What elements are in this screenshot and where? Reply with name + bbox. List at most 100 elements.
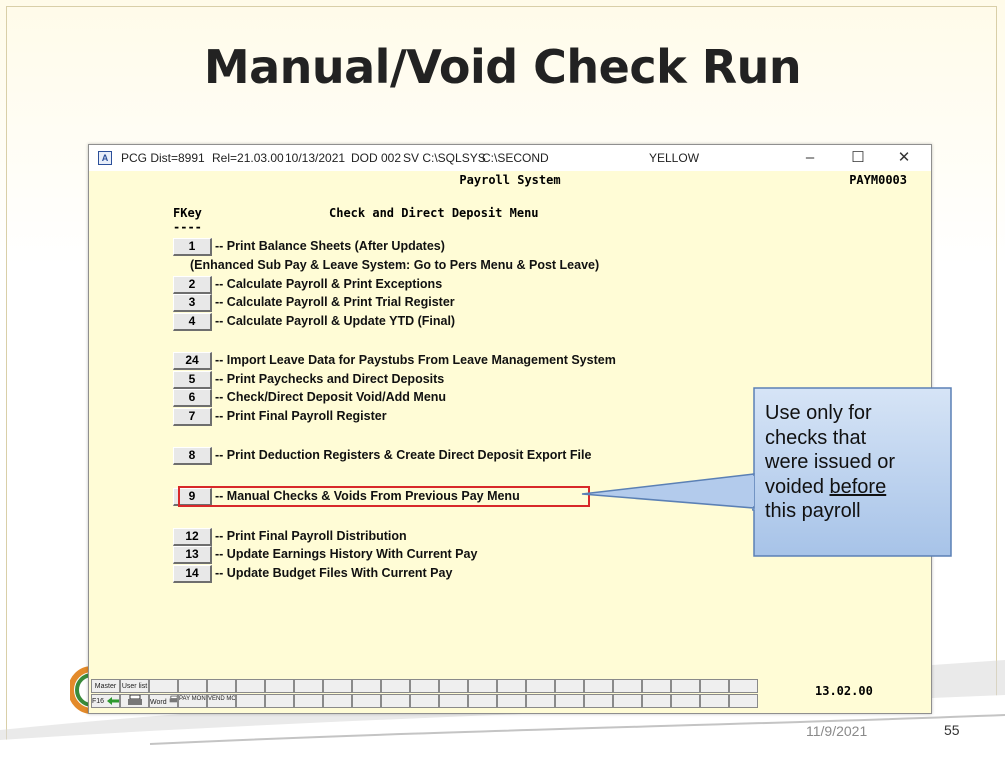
menu-item-label: -- Calculate Payroll & Update YTD (Final… (215, 314, 456, 328)
fkey-slot[interactable] (642, 679, 671, 693)
menu-item-label: -- Print Deduction Registers & Create Di… (215, 448, 592, 462)
fkey-slot[interactable] (584, 679, 613, 693)
fkey-slot[interactable] (149, 679, 178, 693)
highlight-box (178, 486, 590, 507)
fkey-slot[interactable] (236, 679, 265, 693)
fkey-button-13[interactable]: 13 (173, 546, 212, 564)
path-label: C:\SECOND (482, 151, 549, 165)
menu-note: (Enhanced Sub Pay & Leave System: Go to … (190, 258, 600, 272)
app-icon[interactable]: A (98, 151, 112, 165)
fkey-slot[interactable] (526, 694, 555, 708)
fkey-slot[interactable] (178, 679, 207, 693)
fkey-slot[interactable] (555, 679, 584, 693)
fkey-slot[interactable] (613, 694, 642, 708)
fkey-slot[interactable] (439, 679, 468, 693)
fkey-slot[interactable] (381, 694, 410, 708)
back-button[interactable]: F16 (91, 694, 120, 708)
fkey-slot[interactable] (642, 694, 671, 708)
callout-line-prefix: voided (765, 475, 830, 498)
fkey-button-14[interactable]: 14 (173, 565, 212, 583)
menu-item-label: -- Import Leave Data for Paystubs From L… (215, 353, 616, 367)
fkey-button-1[interactable]: 1 (173, 238, 212, 256)
menu-item-label: -- Calculate Payroll & Print Trial Regis… (215, 295, 455, 309)
function-key-bar: Master User list F16 Word PAY MON VEND M… (91, 679, 761, 711)
fkey-slot[interactable] (468, 679, 497, 693)
fkey-button-24[interactable]: 24 (173, 352, 212, 370)
release-label: Rel=21.03.00 (212, 151, 284, 165)
fkey-button-3[interactable]: 3 (173, 294, 212, 312)
maximize-button[interactable]: ☐ (845, 148, 871, 168)
color-label: YELLOW (649, 151, 700, 165)
fkey-button-4[interactable]: 4 (173, 313, 212, 331)
callout-line: Use only for (765, 402, 872, 424)
window-titlebar[interactable]: A PCG Dist=8991 Rel=21.03.00 10/13/2021 … (89, 145, 931, 171)
fkey-button-2[interactable]: 2 (173, 276, 212, 294)
close-button[interactable]: ✕ (891, 148, 917, 168)
fkey-slot[interactable] (555, 694, 584, 708)
pay-monitor-button[interactable]: PAY MONITOR (178, 694, 207, 708)
fkey-slot[interactable] (410, 694, 439, 708)
fkey-slot[interactable] (700, 679, 729, 693)
fkey-slot[interactable] (207, 679, 236, 693)
fkey-slot[interactable] (613, 679, 642, 693)
fkey-slot[interactable] (729, 694, 758, 708)
date-label: 10/13/2021 (285, 151, 346, 165)
menu-item-label: -- Print Final Payroll Register (215, 409, 387, 423)
fkey-button-5[interactable]: 5 (173, 371, 212, 389)
fkey-slot[interactable] (352, 694, 381, 708)
minimize-button[interactable]: – (797, 148, 823, 168)
menu-item-label: -- Print Paychecks and Direct Deposits (215, 372, 445, 386)
vend-monitor-button[interactable]: VEND MONITOR (207, 694, 236, 708)
fkey-button-6[interactable]: 6 (173, 389, 212, 407)
fkey-button-12[interactable]: 12 (173, 528, 212, 546)
fkey-slot[interactable] (468, 694, 497, 708)
fkey-slot[interactable] (671, 679, 700, 693)
fkey-slot[interactable] (294, 679, 323, 693)
callout-line: voided before (765, 475, 955, 500)
word-button[interactable]: Word (149, 694, 178, 708)
callout-pointer (581, 473, 755, 509)
fkey-slot[interactable] (526, 679, 555, 693)
fkey-slot[interactable] (700, 694, 729, 708)
version-number: 13.02.00 (815, 684, 873, 698)
menu-item-label: -- Update Earnings History With Current … (215, 547, 478, 561)
fkey-slot[interactable] (410, 679, 439, 693)
system-title: Payroll System (459, 173, 561, 187)
back-arrow-icon (107, 697, 119, 706)
fkey-button-7[interactable]: 7 (173, 408, 212, 426)
printer-icon (169, 695, 177, 703)
slide-title: Manual/Void Check Run (203, 40, 802, 94)
menu-item-label: -- Print Balance Sheets (After Updates) (215, 239, 445, 253)
callout-emphasis: before (829, 475, 887, 498)
print-button[interactable] (120, 694, 149, 708)
word-label: Word (150, 699, 167, 706)
printer-icon (127, 695, 142, 705)
fkey-slot[interactable] (729, 679, 758, 693)
fkey-button-8[interactable]: 8 (173, 447, 212, 465)
fkey-slot[interactable] (584, 694, 613, 708)
footer-date: 11/9/2021 (806, 723, 868, 739)
menu-item-label: -- Check/Direct Deposit Void/Add Menu (215, 390, 447, 404)
callout-line: checks that (765, 426, 867, 449)
sv-label: SV C:\SQLSYS (403, 151, 486, 165)
dod-label: DOD 002 (351, 151, 402, 165)
fkey-slot[interactable] (236, 694, 265, 708)
fkey-underline: ---- (173, 220, 202, 234)
callout-text: Use only for checks that were issued or … (765, 401, 955, 524)
fkey-slot[interactable] (381, 679, 410, 693)
fkey-slot[interactable] (497, 694, 526, 708)
fkey-slot[interactable] (439, 694, 468, 708)
menu-item-label: -- Print Final Payroll Distribution (215, 529, 407, 543)
fkey-slot[interactable] (671, 694, 700, 708)
fkey-slot[interactable] (265, 694, 294, 708)
user-list-button[interactable]: User list (120, 679, 149, 693)
menu-item-label: -- Update Budget Files With Current Pay (215, 566, 453, 580)
fkey-slot[interactable] (294, 694, 323, 708)
master-button[interactable]: Master (91, 679, 120, 693)
fkey-slot[interactable] (323, 694, 352, 708)
fkey-slot[interactable] (352, 679, 381, 693)
fkey-slot[interactable] (265, 679, 294, 693)
fkey-slot[interactable] (323, 679, 352, 693)
fkey-slot[interactable] (497, 679, 526, 693)
menu-title: Check and Direct Deposit Menu (329, 206, 539, 220)
